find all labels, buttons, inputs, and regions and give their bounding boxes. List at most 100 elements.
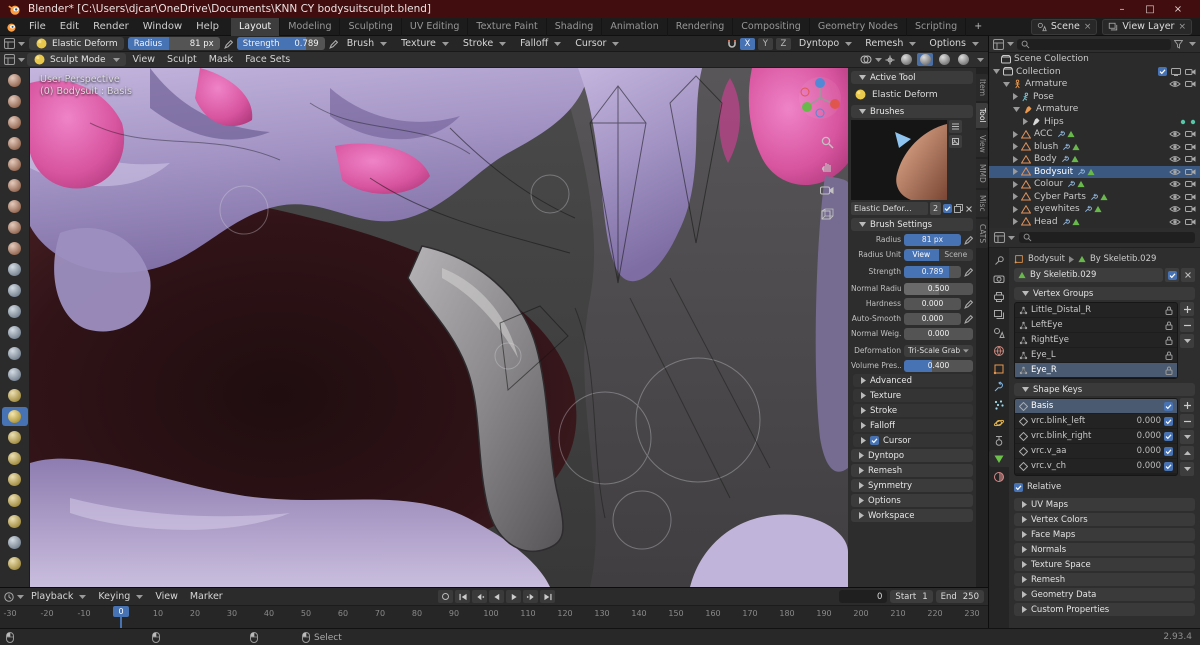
shading-material-button[interactable] — [936, 53, 952, 66]
outliner-item-head[interactable]: Head — [989, 216, 1200, 229]
section-header-normals[interactable]: Normals — [1014, 543, 1195, 556]
checkbox-checked-icon[interactable] — [1014, 482, 1023, 492]
section-header-uv-maps[interactable]: UV Maps — [1014, 498, 1195, 511]
checkbox-checked-icon[interactable] — [1164, 446, 1173, 456]
sculpt-tool-blob[interactable] — [2, 218, 28, 237]
visibility-eye-icon[interactable] — [1169, 155, 1181, 163]
pressure-toggle-icon[interactable] — [964, 267, 973, 277]
render-visibility-icon[interactable] — [1185, 130, 1196, 138]
expand-right-icon[interactable] — [1013, 143, 1018, 151]
panel-header-dyntopo[interactable]: Dyntopo — [851, 449, 973, 462]
viewport-menu-mask[interactable]: Mask — [204, 54, 238, 65]
scene-selector[interactable]: Scene × — [1030, 18, 1098, 35]
visibility-eye-icon[interactable] — [1169, 218, 1181, 226]
minimize-button[interactable]: – — [1108, 0, 1136, 18]
viewport-3d[interactable]: User Perspective (0) Bodysuit : Basis — [30, 68, 848, 587]
sculpt-tool-scrape[interactable] — [2, 323, 28, 342]
render-visibility-icon[interactable] — [1185, 205, 1196, 213]
vertex-group-little-distal-r[interactable]: Little_Distal_R — [1015, 303, 1177, 318]
properties-tab-scene[interactable] — [989, 324, 1009, 341]
header-menu-cursor[interactable]: Cursor — [570, 38, 624, 49]
properties-tab-material[interactable] — [989, 468, 1009, 485]
properties-tab-object[interactable] — [989, 360, 1009, 377]
transport-play-reverse[interactable] — [489, 590, 504, 603]
timeline-ruler[interactable]: -30 -20 -10 0 10 20 30 40 50 60 70 80 90 100 110 120 130… — [0, 606, 988, 630]
sculpt-tool-grab[interactable] — [2, 386, 28, 405]
radius-pressure-icon[interactable] — [223, 39, 233, 49]
normal-radiu-slider[interactable]: 0.500 — [904, 282, 973, 295]
remove-vertex-group-button[interactable] — [1180, 318, 1194, 332]
outliner-editor-icon[interactable] — [993, 38, 1014, 50]
brush-preview[interactable] — [851, 120, 973, 200]
view-layer-unlink-icon[interactable]: × — [1178, 22, 1186, 32]
sculpt-tool-snake-hook[interactable] — [2, 428, 28, 447]
transport-auto-key[interactable] — [438, 590, 453, 603]
lock-icon[interactable] — [1165, 366, 1173, 375]
properties-tab-render[interactable] — [989, 270, 1009, 287]
blender-menu-icon[interactable] — [0, 21, 22, 33]
sculpt-tool-layer[interactable] — [2, 176, 28, 195]
editor-type-icon[interactable] — [4, 54, 25, 65]
expand-right-icon[interactable] — [1013, 155, 1018, 163]
header-menu-brush[interactable]: Brush — [342, 38, 392, 49]
close-button[interactable]: × — [1164, 0, 1192, 18]
section-header-custom-properties[interactable]: Custom Properties — [1014, 603, 1195, 616]
zoom-icon[interactable] — [815, 132, 839, 152]
expand-down-icon[interactable] — [1013, 106, 1020, 112]
move-shape-key-down-button[interactable] — [1180, 462, 1194, 476]
brush-fake-user-toggle[interactable] — [943, 204, 952, 213]
panel-header-brush-settings[interactable]: Brush Settings — [851, 218, 973, 231]
playhead[interactable]: 0 — [113, 606, 129, 630]
lock-icon[interactable] — [1165, 336, 1173, 345]
expand-right-icon[interactable] — [1013, 205, 1018, 213]
shape-key-vrc-v-aa[interactable]: vrc.v_aa 0.000 — [1015, 444, 1177, 459]
viewport-visibility-icon[interactable] — [1171, 67, 1181, 76]
sculpt-tool-fill[interactable] — [2, 302, 28, 321]
workspace-tab-rendering[interactable]: Rendering — [668, 17, 734, 36]
sculpt-tool-thumb[interactable] — [2, 449, 28, 468]
navigation-gizmo[interactable] — [798, 76, 842, 120]
shape-key-vrc-blink-left[interactable]: vrc.blink_left 0.000 — [1015, 414, 1177, 429]
shape-key-specials-button[interactable] — [1180, 430, 1194, 444]
sculpt-tool-slide-relax[interactable] — [2, 533, 28, 552]
normal-weig-slider[interactable]: 0.000 — [904, 327, 973, 340]
sidebar-tab-misc[interactable]: Misc — [976, 190, 988, 217]
overlays-toggle-icon[interactable] — [860, 55, 882, 64]
sculpt-tool-rotate[interactable] — [2, 512, 28, 531]
transport-play[interactable] — [506, 590, 521, 603]
mirror-x-toggle[interactable]: X — [739, 37, 755, 50]
scene-unlink-icon[interactable]: × — [1084, 22, 1092, 32]
properties-tab-physics[interactable] — [989, 414, 1009, 431]
sculpt-tool-clay[interactable] — [2, 113, 28, 132]
brush-name-field[interactable]: Elastic Defor... — [851, 202, 928, 215]
sculpt-tool-draw[interactable] — [2, 71, 28, 90]
outliner-item-armature[interactable]: Armature — [989, 103, 1200, 116]
shading-rendered-button[interactable] — [955, 53, 971, 66]
expand-right-icon[interactable] — [1013, 193, 1018, 201]
properties-tab-modifiers[interactable] — [989, 378, 1009, 395]
section-header-texture-space[interactable]: Texture Space — [1014, 558, 1195, 571]
workspace-tab-shading[interactable]: Shading — [547, 17, 603, 36]
panel-header-brushes[interactable]: Brushes — [851, 105, 973, 118]
outliner-item-bodysuit[interactable]: Bodysuit — [989, 165, 1200, 178]
outliner-item-pose[interactable]: Pose — [989, 91, 1200, 104]
mesh-data-name-field[interactable]: By Skeletib.029 — [1014, 268, 1163, 282]
shading-wireframe-button[interactable] — [898, 53, 914, 66]
visibility-eye-icon[interactable] — [1169, 80, 1181, 88]
vertex-group-specials-button[interactable] — [1180, 334, 1194, 348]
sculpt-tool-inflate[interactable] — [2, 197, 28, 216]
properties-search-input[interactable] — [1019, 232, 1195, 243]
end-frame-field[interactable]: End 250 — [935, 590, 984, 603]
sidebar-tab-mmd[interactable]: MMD — [976, 159, 988, 189]
lock-icon[interactable] — [1165, 306, 1173, 315]
workspace-tab-sculpting[interactable]: Sculpting — [340, 17, 402, 36]
sculpt-tool-multi-plane-scrape[interactable] — [2, 344, 28, 363]
panel-header-active-tool[interactable]: Active Tool — [851, 71, 973, 84]
sculpt-tool-pinch[interactable] — [2, 365, 28, 384]
brush-preview-toggle-icon[interactable] — [949, 135, 962, 148]
render-visibility-icon[interactable] — [1185, 180, 1196, 188]
current-frame-field[interactable]: 0 — [839, 590, 888, 603]
viewport-menu-face-sets[interactable]: Face Sets — [240, 54, 295, 65]
sidebar-tab-item[interactable]: Item — [976, 74, 988, 102]
strength-slider[interactable]: 0.789 — [904, 265, 961, 278]
